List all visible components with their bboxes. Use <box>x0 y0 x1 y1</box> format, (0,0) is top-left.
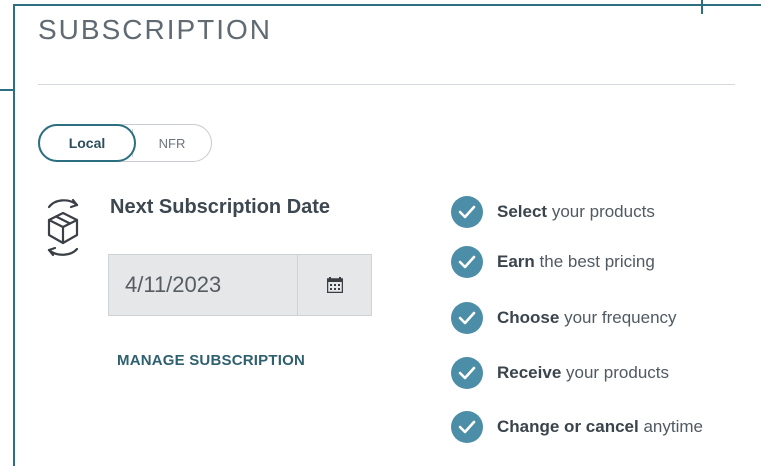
frame-stub-line <box>701 0 703 14</box>
subscription-panel: SUBSCRIPTION Local NFR Next Subscription… <box>0 0 761 466</box>
next-subscription-date-label: Next Subscription Date <box>110 196 331 218</box>
calendar-button[interactable] <box>298 255 371 315</box>
check-icon <box>451 246 483 278</box>
frame-top-line <box>13 4 761 6</box>
check-icon <box>451 411 483 443</box>
benefit-item: Select your products <box>451 196 655 228</box>
frame-stub-line <box>0 89 14 91</box>
toggle-nfr-option[interactable]: NFR <box>137 124 207 162</box>
benefit-item: Receive your products <box>451 357 669 389</box>
toggle-local-option[interactable]: Local <box>38 124 136 162</box>
benefit-text: Select your products <box>497 202 655 221</box>
check-icon <box>451 357 483 389</box>
benefit-text: Receive your products <box>497 363 670 382</box>
benefit-text: Change or cancel anytime <box>497 417 703 436</box>
frame-left-line <box>13 4 15 466</box>
page-title: SUBSCRIPTION <box>38 14 273 45</box>
benefit-text: Earn the best pricing <box>497 252 655 271</box>
calendar-icon <box>326 277 343 293</box>
check-icon <box>451 196 483 228</box>
benefit-text: Choose your frequency <box>497 308 677 327</box>
benefit-item: Change or cancel anytime <box>451 411 703 443</box>
subscription-box-icon <box>47 198 79 257</box>
benefit-item: Choose your frequency <box>451 302 677 334</box>
subscription-date-input[interactable] <box>109 255 297 315</box>
manage-subscription-link[interactable]: MANAGE SUBSCRIPTION <box>117 352 305 369</box>
check-icon <box>451 302 483 334</box>
benefit-item: Earn the best pricing <box>451 246 655 278</box>
title-divider <box>38 84 735 85</box>
subscription-date-field <box>108 254 372 316</box>
location-toggle: Local NFR <box>38 124 212 162</box>
